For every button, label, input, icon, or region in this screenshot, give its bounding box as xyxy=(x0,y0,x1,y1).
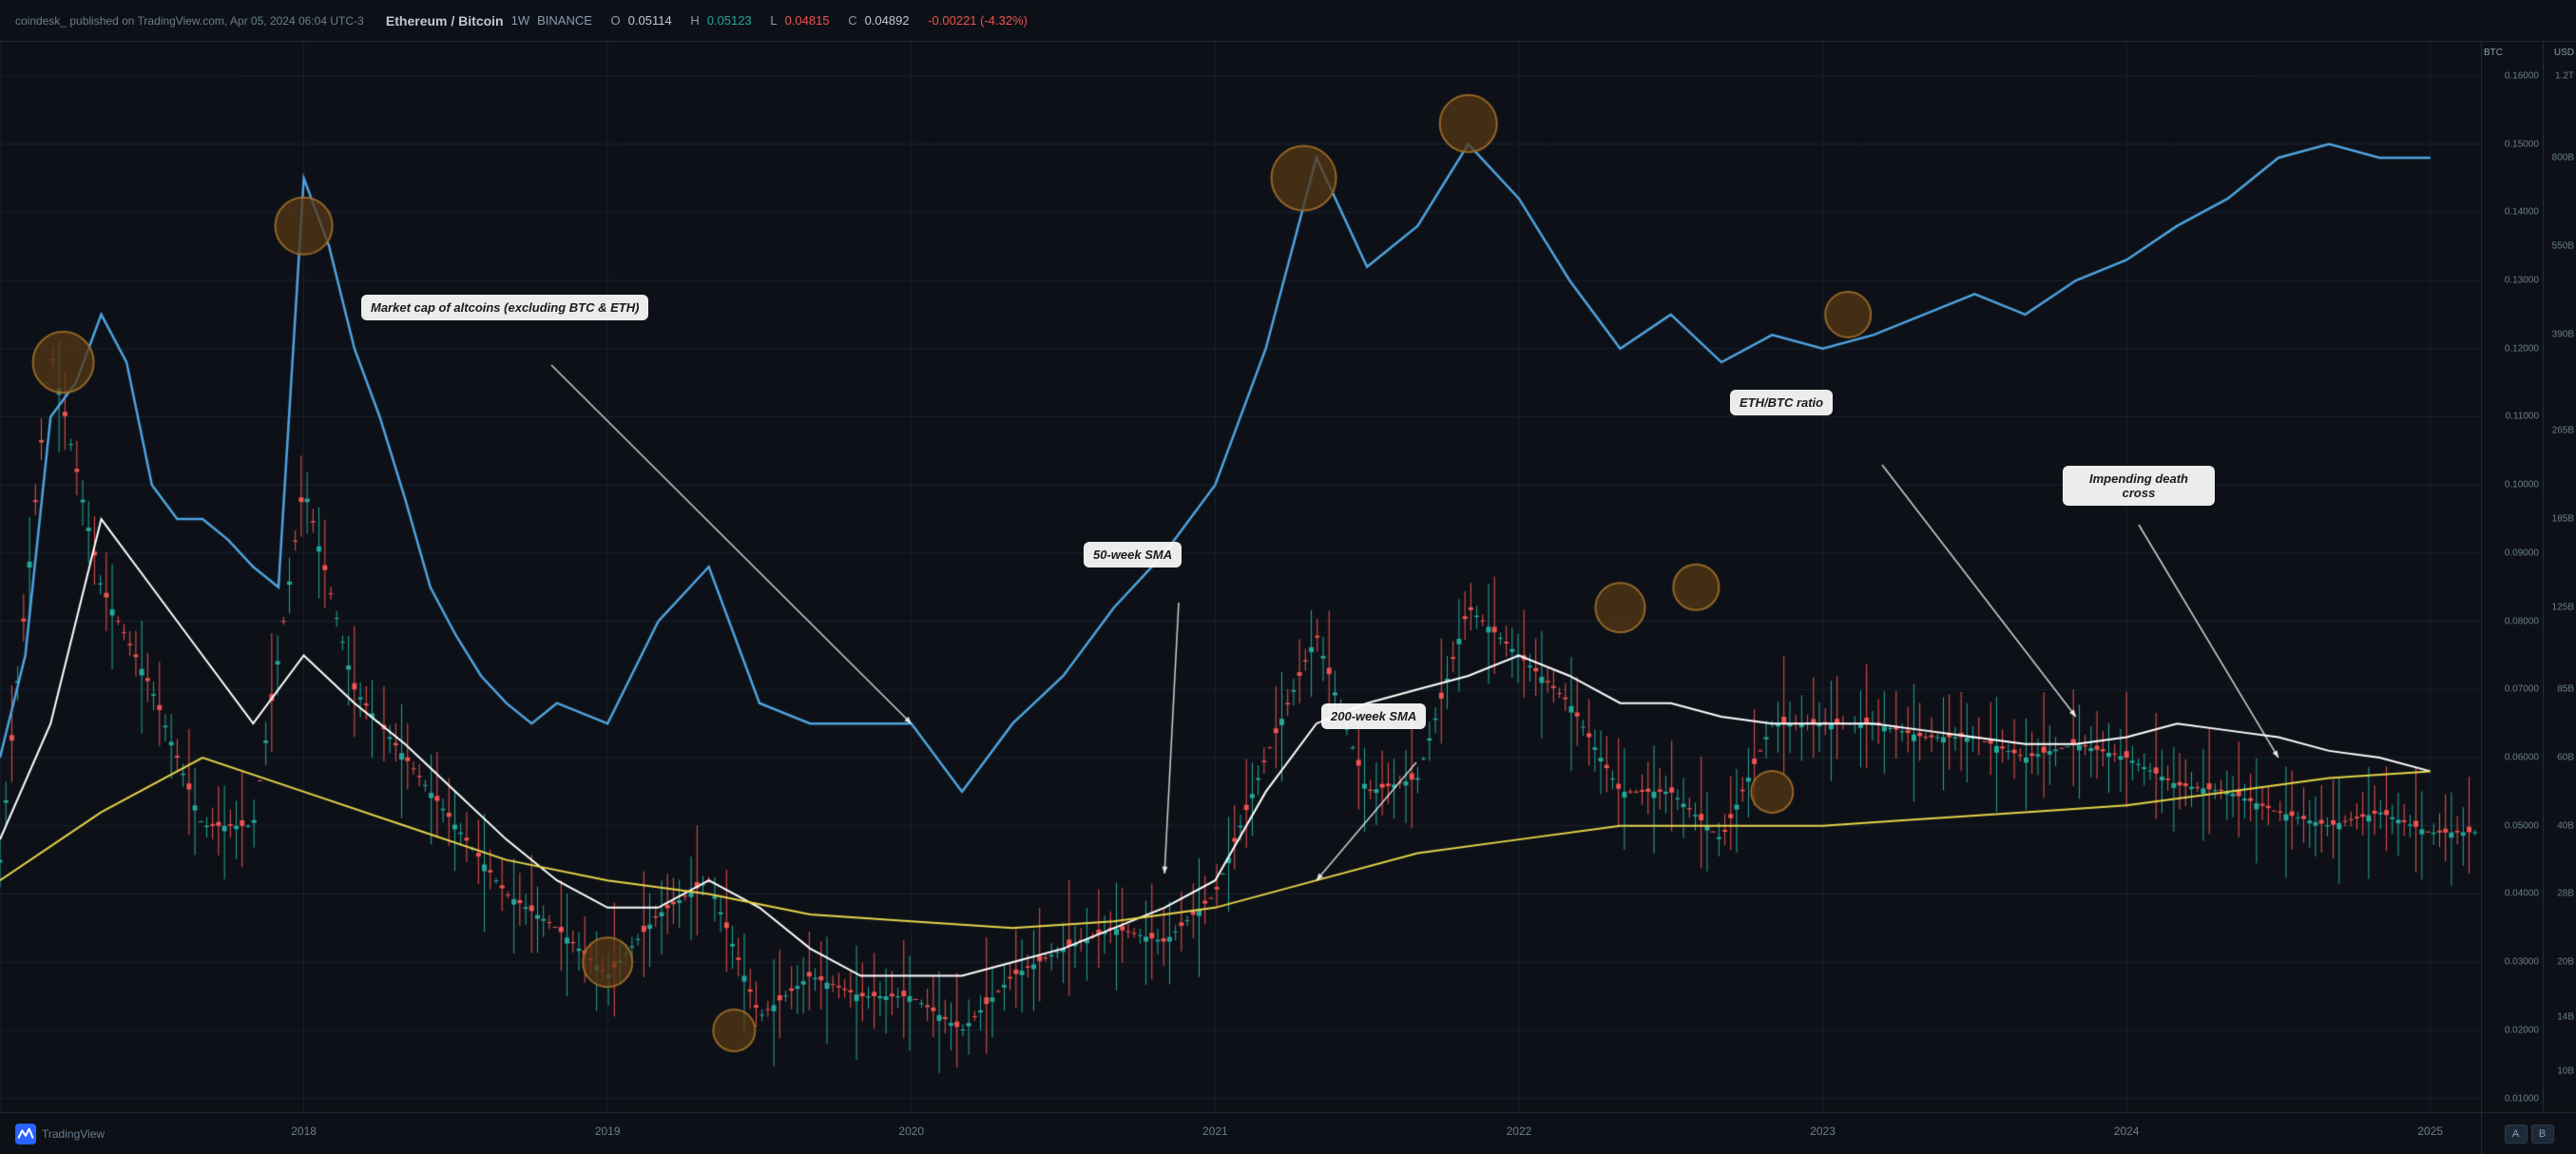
usd-price-label: 265B xyxy=(2552,425,2574,435)
open-label: O xyxy=(611,13,621,28)
usd-price-label: 60B xyxy=(2557,753,2574,763)
publisher-info: coindesk_ published on TradingView.com, … xyxy=(15,14,364,28)
tv-label: TradingView xyxy=(42,1127,105,1141)
btc-price-label: 0.06000 xyxy=(2505,753,2539,763)
btc-price-label: 0.16000 xyxy=(2505,70,2539,81)
btc-price-label: 0.08000 xyxy=(2505,616,2539,626)
high-label: H xyxy=(690,13,699,28)
bottom-axis: 2018 2019 2020 2021 2022 2023 2024 2025 xyxy=(0,1112,2481,1154)
high-value: 0.05123 xyxy=(707,13,752,28)
close-label: C xyxy=(848,13,856,28)
b-button[interactable]: B xyxy=(2531,1125,2554,1144)
btc-axis: 0.16000 0.15000 0.14000 0.13000 0.12000 0.110… xyxy=(2482,42,2544,1112)
open-value: 0.05114 xyxy=(628,13,672,28)
a-button[interactable]: A xyxy=(2505,1125,2528,1144)
usd-axis: 1.2T 800B 550B 390B 265B 185B 125B 85B 60B 40B 28B… xyxy=(2543,42,2576,1112)
year-label-2022: 2022 xyxy=(1507,1125,1532,1138)
usd-price-label: 550B xyxy=(2552,241,2574,252)
right-axis: 0.16000 0.15000 0.14000 0.13000 0.12000 0.110… xyxy=(2481,42,2576,1112)
year-label-2021: 2021 xyxy=(1202,1125,1228,1138)
trading-pair: Ethereum / Bitcoin xyxy=(386,13,504,29)
usd-price-label: 28B xyxy=(2557,889,2574,899)
btc-price-label: 0.02000 xyxy=(2505,1025,2539,1035)
usd-price-label: 40B xyxy=(2557,820,2574,831)
ab-buttons[interactable]: A B xyxy=(2481,1112,2576,1154)
exchange-label: BINANCE xyxy=(537,13,592,28)
btc-price-label: 0.14000 xyxy=(2505,207,2539,218)
usd-price-label: 185B xyxy=(2552,514,2574,525)
usd-price-label: 125B xyxy=(2552,603,2574,613)
chart-header: coindesk_ published on TradingView.com, … xyxy=(0,0,2576,42)
usd-price-label: 390B xyxy=(2552,330,2574,340)
usd-price-label: 14B xyxy=(2557,1011,2574,1022)
close-value: 0.04892 xyxy=(865,13,910,28)
btc-price-label: 0.15000 xyxy=(2505,139,2539,149)
chart-area[interactable] xyxy=(0,42,2481,1112)
usd-price-label: 800B xyxy=(2552,152,2574,163)
btc-price-label: 0.12000 xyxy=(2505,343,2539,354)
usd-price-label: 10B xyxy=(2557,1066,2574,1076)
low-value: 0.04815 xyxy=(785,13,830,28)
usd-axis-label: USD xyxy=(2554,48,2574,58)
year-label-2020: 2020 xyxy=(898,1125,924,1138)
tv-icon xyxy=(15,1124,36,1144)
usd-price-label: 20B xyxy=(2557,957,2574,968)
btc-price-label: 0.05000 xyxy=(2505,820,2539,831)
btc-price-label: 0.07000 xyxy=(2505,684,2539,695)
year-label-2025: 2025 xyxy=(2417,1125,2443,1138)
low-label: L xyxy=(770,13,777,28)
year-label-2023: 2023 xyxy=(1810,1125,1836,1138)
btc-price-label: 0.10000 xyxy=(2505,480,2539,490)
year-label-2024: 2024 xyxy=(2114,1125,2140,1138)
btc-price-label: 0.11000 xyxy=(2506,412,2539,422)
usd-price-label: 1.2T xyxy=(2555,70,2574,81)
year-label-2018: 2018 xyxy=(291,1125,317,1138)
btc-price-label: 0.01000 xyxy=(2505,1093,2539,1104)
btc-price-label: 0.13000 xyxy=(2505,276,2539,286)
btc-price-label: 0.04000 xyxy=(2505,889,2539,899)
btc-axis-label: BTC xyxy=(2484,48,2503,58)
price-chart xyxy=(0,42,2481,1112)
interval-label: 1W xyxy=(511,13,530,28)
change-value: -0.00221 (-4.32%) xyxy=(928,13,1028,28)
btc-price-label: 0.09000 xyxy=(2505,548,2539,558)
tradingview-logo: TradingView xyxy=(15,1124,105,1144)
year-label-2019: 2019 xyxy=(595,1125,621,1138)
usd-price-label: 85B xyxy=(2557,684,2574,695)
btc-price-label: 0.03000 xyxy=(2505,957,2539,968)
